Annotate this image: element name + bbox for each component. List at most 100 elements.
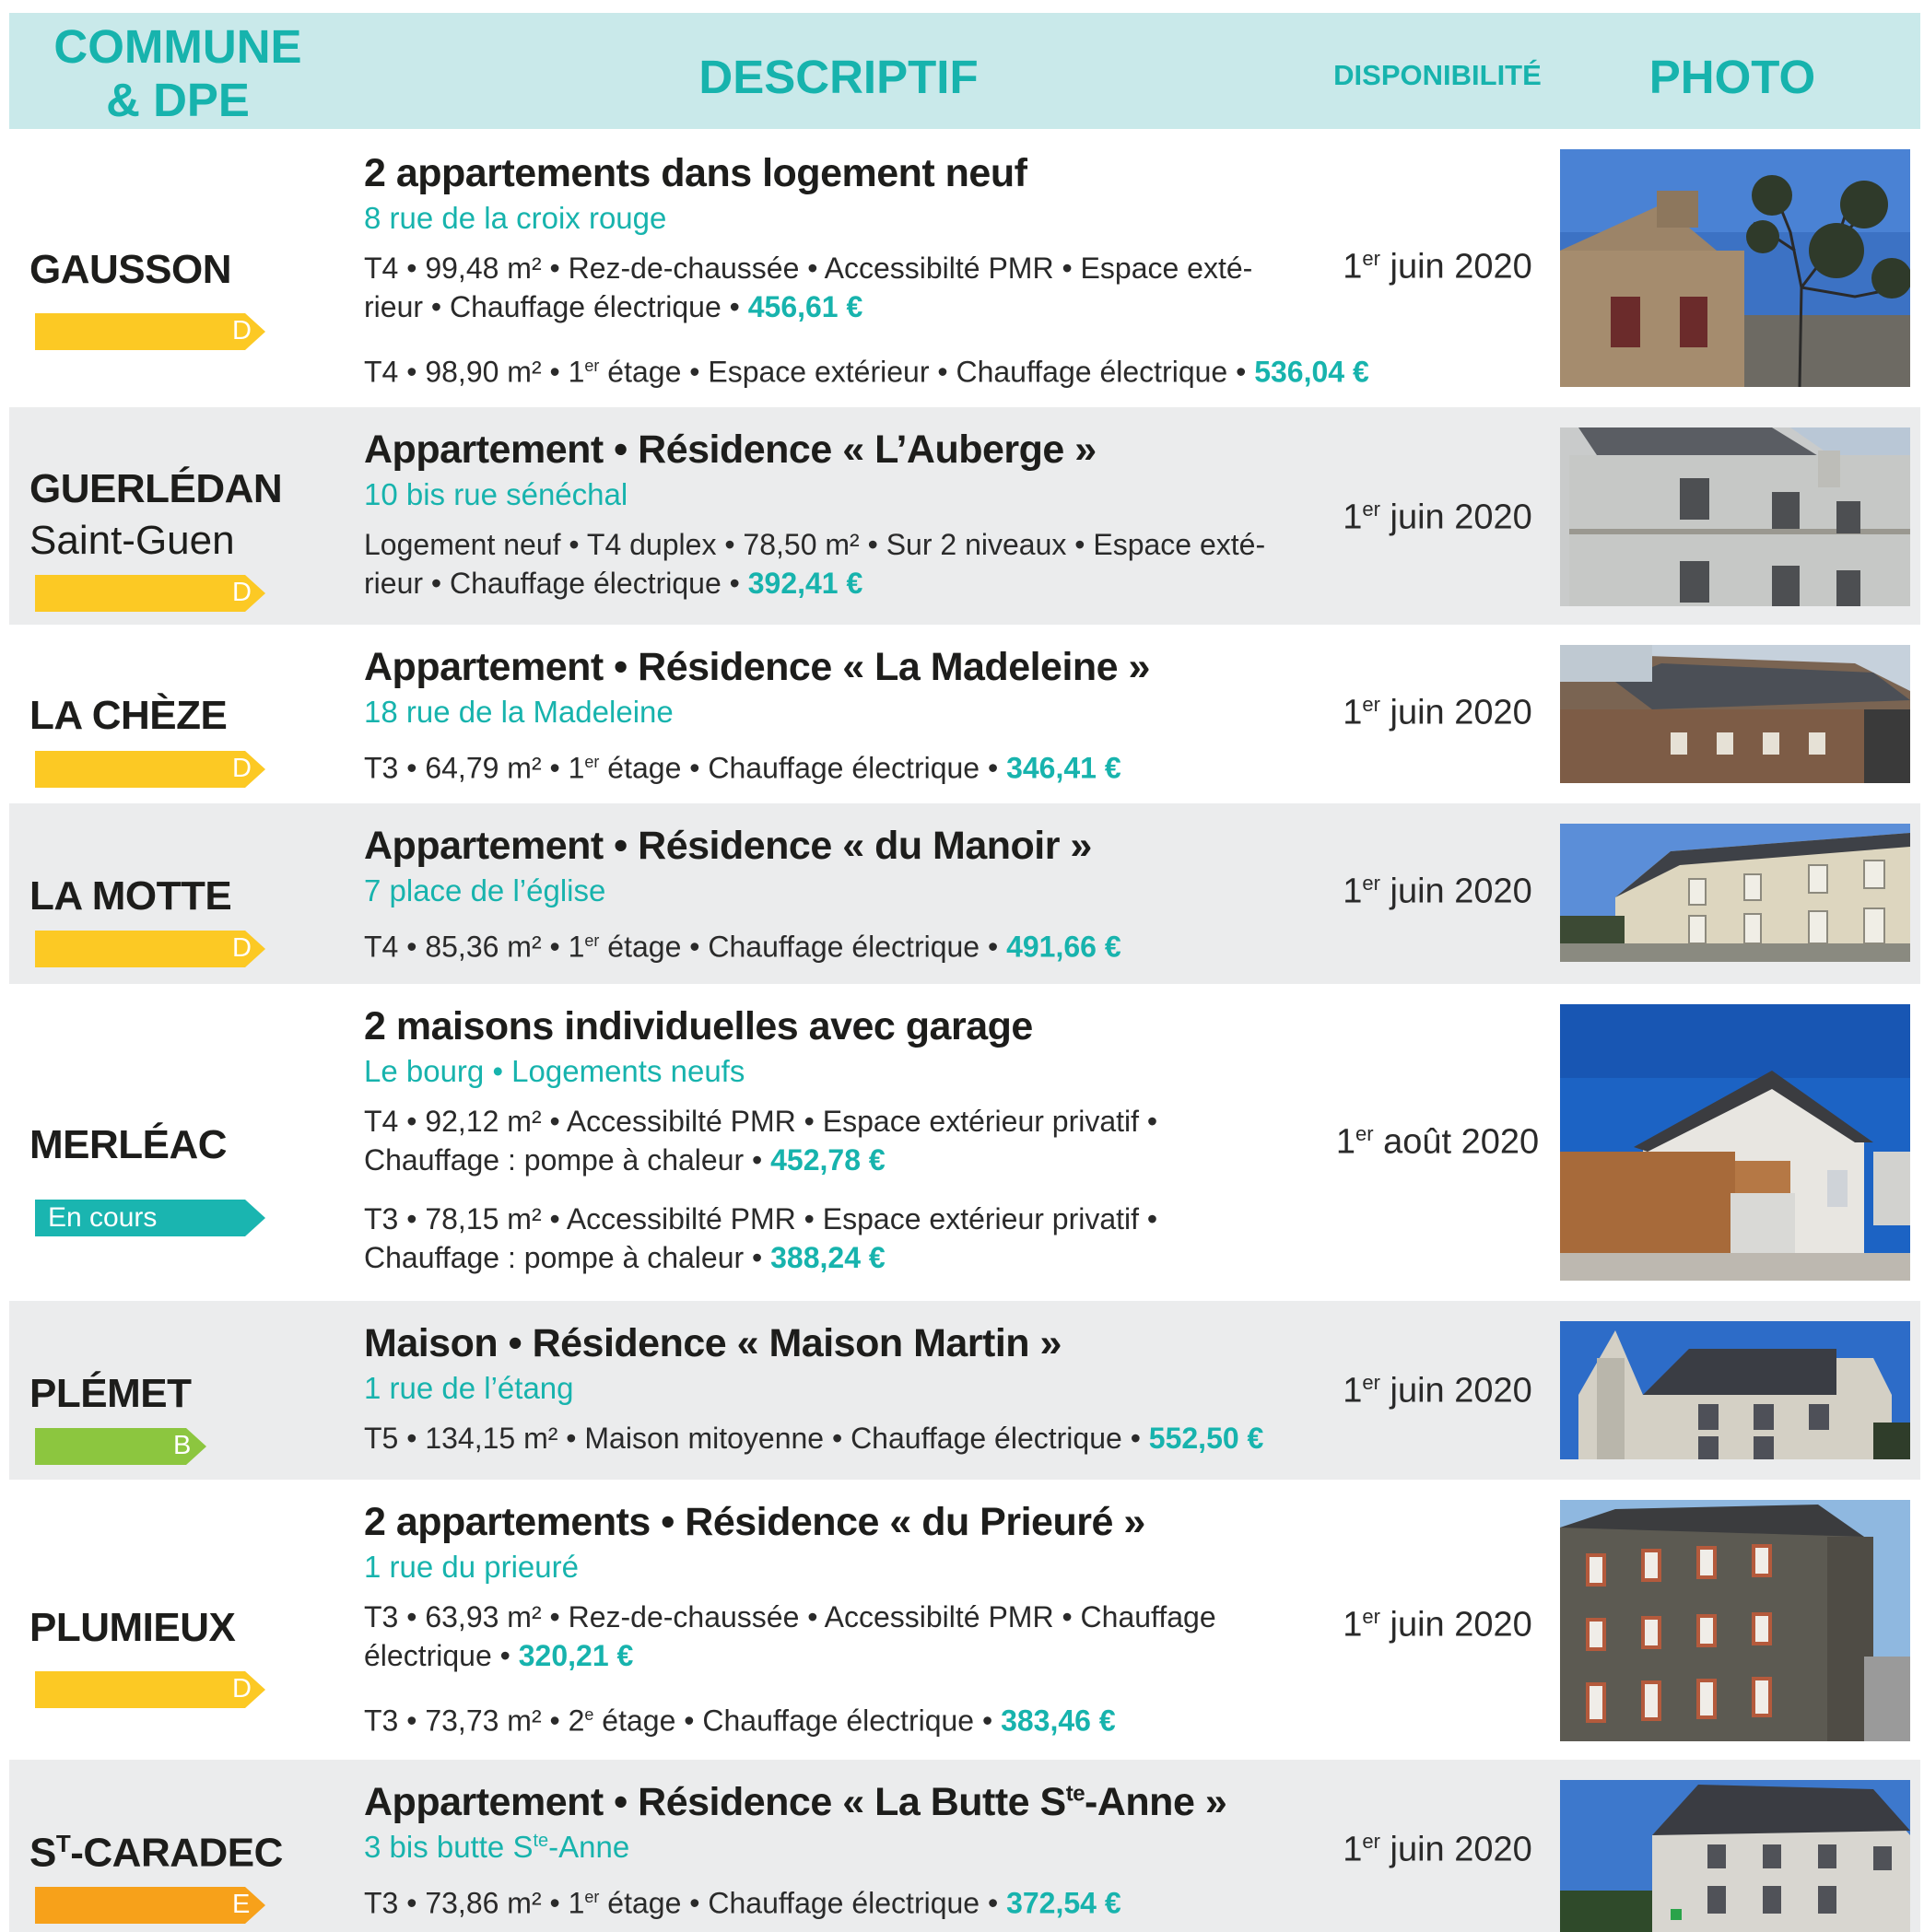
unit-description-line: Logement neuf • T4 duplex • 78,50 m² • S… (364, 528, 1266, 561)
header-commune-dpe: COMMUNE & DPE (26, 20, 330, 127)
availability-date: 1er juin 2020 (1299, 1371, 1576, 1411)
rent-price: 392,41 € (747, 567, 863, 600)
unit-description-line: T4 • 99,48 m² • Rez-de-chaussée • Access… (364, 252, 1253, 285)
unit-description-line: rieur • Chauffage électrique • (364, 567, 748, 600)
listing-title: 2 appartements • Résidence « du Prieuré … (364, 1500, 1145, 1544)
photo-grey-residence (1560, 427, 1910, 606)
commune-name-part: S (29, 1830, 56, 1876)
ordinal-sup: er (1362, 247, 1380, 270)
unit-description-text: étage • Chauffage électrique • (599, 1886, 1007, 1920)
rent-price: 346,41 € (1006, 751, 1121, 785)
availability-date: 1er juin 2020 (1299, 247, 1576, 287)
unit-description: T3 • 73,86 m² • 1er étage • Chauffage él… (364, 1878, 1121, 1923)
unit-description: T5 • 134,15 m² • Maison mitoyenne • Chau… (364, 1419, 1263, 1458)
rent-price: 536,04 € (1254, 355, 1369, 389)
dpe-label: D (232, 1674, 252, 1704)
commune-name: PLÉMET (29, 1371, 192, 1416)
availability-date: 1er juin 2020 (1299, 498, 1576, 538)
listing-title: 2 maisons individuelles avec garage (364, 1004, 1033, 1048)
photo-stone-priory (1560, 1500, 1910, 1741)
unit-description-text: étage • Espace extérieur • Chauffage éle… (599, 355, 1255, 389)
unit-description: T3 • 78,15 m² • Accessibilté PMR • Espac… (364, 1200, 1157, 1277)
listing-address: 1 rue de l’étang (364, 1371, 574, 1405)
availability-date: 1er juin 2020 (1299, 693, 1576, 733)
listing-address: 7 place de l’église (364, 873, 606, 907)
ordinal-sup: er (1362, 498, 1380, 521)
photo-cream-manor (1560, 824, 1910, 962)
dpe-label: D (232, 578, 252, 607)
photo-stone-long-house (1560, 645, 1910, 783)
unit-description-text: T4 • 85,36 m² • 1 (364, 930, 585, 964)
listing-address: 8 rue de la croix rouge (364, 201, 667, 235)
unit-description: T4 • 92,12 m² • Accessibilté PMR • Espac… (364, 1102, 1157, 1179)
header-descriptif: DESCRIPTIF (698, 51, 979, 103)
ordinal-sup: er (1362, 872, 1380, 895)
listing-address-part: 3 bis butte S (364, 1830, 534, 1864)
commune-subname: Saint-Guen (29, 518, 235, 563)
listing-title-sup: te (1065, 1781, 1085, 1807)
availability-day: 1 (1335, 1122, 1355, 1162)
rent-price: 372,54 € (1006, 1886, 1121, 1920)
availability-day: 1 (1343, 1371, 1363, 1411)
unit-description-text: T3 • 73,73 m² • 2 (364, 1704, 585, 1738)
listing-address-sup: te (533, 1831, 549, 1851)
listing-address: 1 rue du prieuré (364, 1550, 579, 1584)
ordinal-sup: er (1362, 693, 1380, 716)
availability-day: 1 (1343, 498, 1363, 537)
ordinal-sup: er (584, 753, 600, 771)
unit-description: T4 • 98,90 m² • 1er étage • Espace extér… (364, 346, 1369, 392)
unit-description-text: T5 • 134,15 m² • Maison mitoyenne • Chau… (364, 1422, 1149, 1455)
listing-title: Appartement • Résidence « La Madeleine » (364, 645, 1150, 689)
availability-day: 1 (1343, 693, 1363, 732)
rent-price: 552,50 € (1148, 1422, 1264, 1455)
dpe-label: D (232, 316, 252, 345)
header-photo: PHOTO (1648, 51, 1816, 103)
listing-row-merleac: MERLÉAC En cours 2 maisons individuelles… (9, 984, 1920, 1301)
commune-name: MERLÉAC (29, 1122, 228, 1167)
listing-address: 3 bis butte Ste-Anne (364, 1830, 629, 1865)
ordinal-sup: er (584, 357, 600, 375)
dpe-label: En cours (48, 1202, 158, 1233)
unit-description: T4 • 85,36 m² • 1er étage • Chauffage él… (364, 921, 1121, 966)
rent-price: 388,24 € (770, 1241, 886, 1274)
listing-title-part: -Anne » (1085, 1780, 1227, 1824)
listing-address-part: -Anne (548, 1830, 630, 1864)
availability-month-year: août 2020 (1373, 1122, 1540, 1162)
unit-description: T3 • 64,79 m² • 1er étage • Chauffage él… (364, 743, 1121, 788)
rent-price: 383,46 € (1001, 1704, 1116, 1738)
ordinal-sup: e (584, 1705, 594, 1724)
unit-description: T3 • 63,93 m² • Rez-de-chaussée • Access… (364, 1598, 1216, 1675)
listing-row-la-cheze: LA CHÈZE D Appartement • Résidence « La … (9, 625, 1920, 803)
availability-date: 1er juin 2020 (1299, 1830, 1576, 1870)
listing-row-gausson: GAUSSON D 2 appartements dans logement n… (9, 129, 1920, 407)
rent-price: 452,78 € (770, 1143, 886, 1177)
photo-stone-house (1560, 149, 1910, 387)
availability-month-year: juin 2020 (1379, 872, 1532, 911)
rent-price: 320,21 € (518, 1639, 634, 1672)
table-header: COMMUNE & DPE DESCRIPTIF DISPONIBILITÉ P… (9, 13, 1920, 129)
commune-name: GUERLÉDAN (29, 466, 283, 511)
commune-name: LA MOTTE (29, 873, 232, 919)
availability-month-year: juin 2020 (1379, 1830, 1532, 1869)
listing-row-guerledan: GUERLÉDAN Saint-Guen D Appartement • Rés… (9, 407, 1920, 625)
listing-row-la-motte: LA MOTTE D Appartement • Résidence « du … (9, 803, 1920, 984)
availability-month-year: juin 2020 (1379, 247, 1532, 287)
listing-title: Appartement • Résidence « du Manoir » (364, 824, 1092, 868)
listing-title: Maison • Résidence « Maison Martin » (364, 1321, 1062, 1365)
unit-description: T3 • 73,73 m² • 2e étage • Chauffage éle… (364, 1695, 1116, 1740)
listing-row-plumieux: PLUMIEUX D 2 appartements • Résidence « … (9, 1480, 1920, 1760)
dpe-label: D (232, 754, 252, 783)
commune-name: PLUMIEUX (29, 1605, 236, 1650)
listing-address: Le bourg • Logements neufs (364, 1054, 745, 1088)
unit-description-line: Chauffage : pompe à chaleur • (364, 1143, 771, 1177)
unit-description-line: rieur • Chauffage électrique • (364, 290, 748, 323)
unit-description-text: étage • Chauffage électrique • (599, 930, 1007, 964)
availability-month-year: juin 2020 (1379, 1371, 1532, 1411)
commune-name: ST-CARADEC (29, 1830, 283, 1877)
ordinal-sup: er (584, 1888, 600, 1906)
availability-day: 1 (1343, 1830, 1363, 1869)
listing-row-st-caradec: ST-CARADEC E Appartement • Résidence « L… (9, 1760, 1920, 1932)
unit-description-line: Chauffage : pompe à chaleur • (364, 1241, 771, 1274)
ordinal-sup: er (584, 931, 600, 950)
header-commune-line1: COMMUNE (53, 20, 302, 73)
